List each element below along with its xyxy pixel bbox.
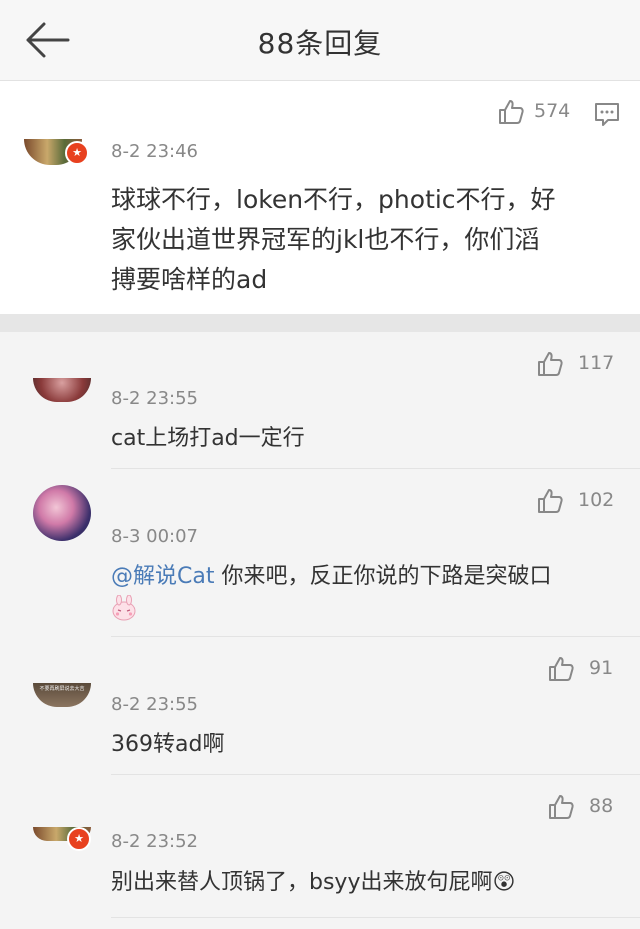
like-button[interactable]: 102 (536, 487, 616, 517)
comment-text-line: 球球不行，loken不行，photic不行，好 (111, 185, 556, 214)
thumb-up-icon (549, 657, 574, 681)
like-button[interactable]: 91 (547, 655, 617, 685)
like-count: 574 (534, 100, 571, 122)
like-count: 88 (589, 795, 614, 817)
comment-time: 8-3 00:07 (111, 526, 198, 547)
comment-text: 369转ad啊 (111, 732, 225, 757)
comment-text-line: 搏要啥样的ad (111, 265, 268, 294)
top-navigation-bar: 88条回复 (0, 0, 640, 81)
thumb-up-icon (499, 100, 524, 124)
like-count: 102 (578, 489, 615, 511)
comment-text: 别出来替人顶锅了，bsyy出来放句屁啊😲 (111, 870, 516, 895)
comment-time: 8-2 23:55 (111, 388, 198, 409)
thumb-up-icon (549, 795, 574, 819)
comment-text: cat上场打ad一定行 (111, 426, 305, 451)
comment-time: 8-2 23:52 (111, 831, 198, 852)
comment-text: @解说Cat 你来吧，反正你说的下路是突破口 (111, 561, 551, 592)
section-divider (0, 314, 640, 332)
comment-icon (595, 103, 619, 126)
reply-item: ★ 88 8-2 23:52 别出来替人顶锅了，bsyy出来放句屁啊😲 (0, 775, 640, 929)
reply-item: 不要再刷屏说去大吉 91 8-2 23:55 369转ad啊 (0, 637, 640, 775)
avatar-caption: 不要再刷屏说去大吉 (39, 686, 85, 692)
divider (111, 917, 640, 918)
reply-item: 117 8-2 23:55 cat上场打ad一定行 (0, 332, 640, 469)
verified-badge-icon: ★ (65, 141, 89, 165)
like-button[interactable]: 88 (547, 793, 617, 823)
verified-badge-icon: ★ (67, 827, 91, 851)
thumb-up-icon (538, 352, 563, 376)
comment-text: 球球不行，loken不行，photic不行，好 家伙出道世界冠军的jkl也不行，… (111, 180, 611, 300)
comment-text-line: 家伙出道世界冠军的jkl也不行，你们滔 (111, 225, 540, 254)
comment-time: 8-2 23:46 (111, 141, 198, 162)
like-button[interactable]: 117 (536, 350, 616, 380)
main-comment: ★ 8-2 23:46 574 球球不行，loken不行，photic不行，好 … (0, 81, 640, 314)
comment-text-body: 你来吧，反正你说的下路是突破口 (214, 564, 552, 589)
avatar[interactable] (33, 378, 91, 402)
like-count: 117 (578, 352, 615, 374)
avatar[interactable]: 不要再刷屏说去大吉 (33, 683, 91, 707)
thumb-up-icon (538, 489, 563, 513)
user-mention-link[interactable]: @解说Cat (111, 564, 214, 589)
reply-item: 102 8-3 00:07 @解说Cat 你来吧，反正你说的下路是突破口 (0, 469, 640, 637)
reply-list: 117 8-2 23:55 cat上场打ad一定行 102 8-3 00:07 … (0, 332, 640, 929)
comment-button[interactable] (594, 101, 620, 131)
like-button[interactable]: 574 (497, 98, 572, 128)
comment-time: 8-2 23:55 (111, 694, 198, 715)
avatar[interactable] (33, 485, 91, 541)
page-title: 88条回复 (257, 27, 383, 60)
bunny-emoji-icon (111, 594, 137, 625)
like-count: 91 (589, 657, 614, 679)
